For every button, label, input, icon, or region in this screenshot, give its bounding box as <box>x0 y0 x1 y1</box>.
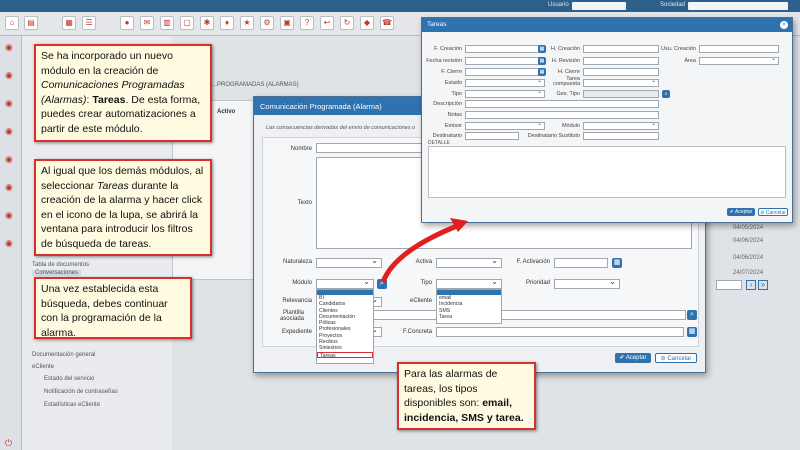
callout-italic: Tareas <box>97 179 129 192</box>
callout-new-module: Se ha incorporado un nuevo módulo en la … <box>34 44 212 142</box>
callout-search: Al igual que los demás módulos, al selec… <box>34 159 212 256</box>
callout-continue: Una vez establecida esta búsqueda, debes… <box>34 277 192 339</box>
callout-bold: Tareas <box>92 93 126 106</box>
callout-types: Para las alarmas de tareas, los tipos di… <box>397 362 536 430</box>
callout-text: Una vez establecida esta búsqueda, debes… <box>41 283 168 339</box>
callout-text: Se ha incorporado un nuevo módulo en la … <box>41 50 173 77</box>
